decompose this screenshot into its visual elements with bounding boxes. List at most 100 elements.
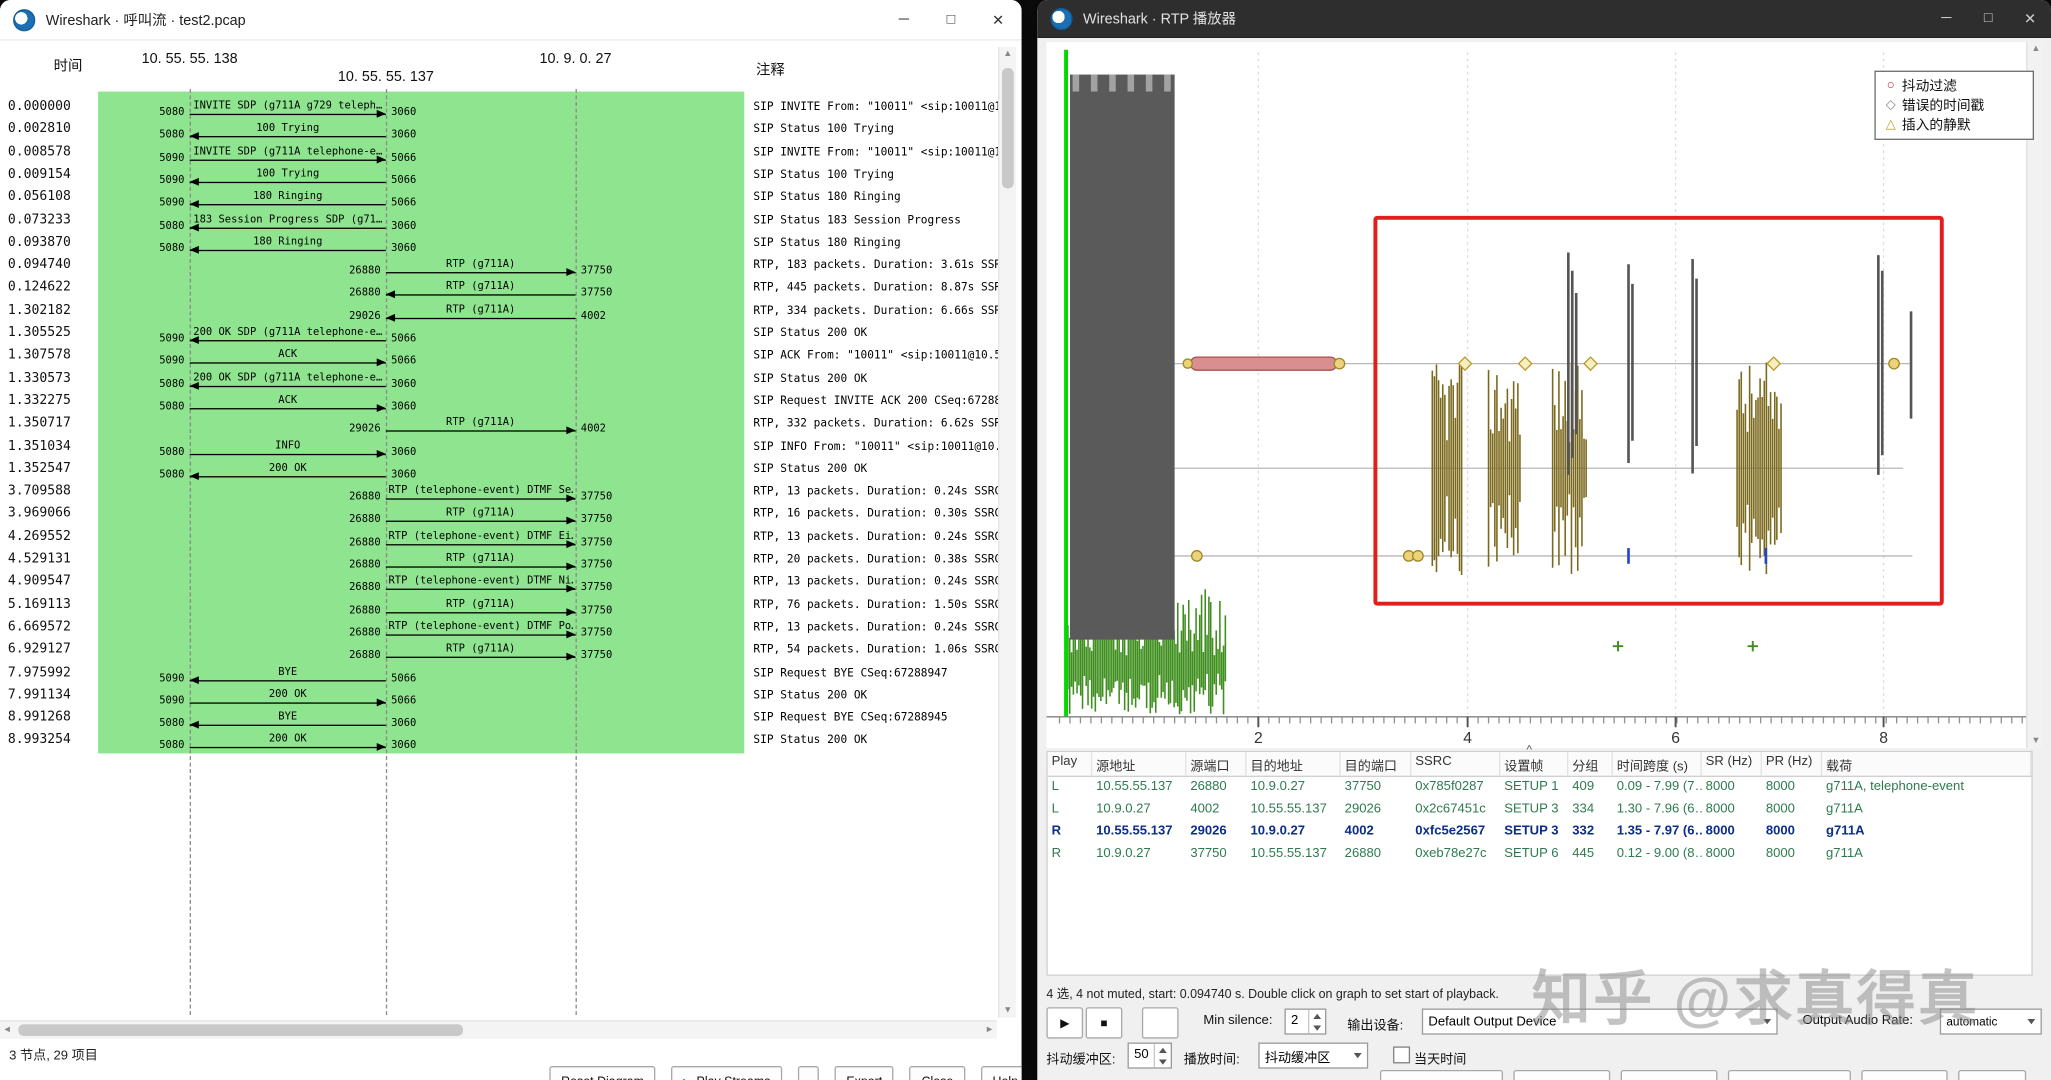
pause-button[interactable]: [1142, 1007, 1179, 1038]
rtp-player-window: Wireshark · RTP 播放器 ─ □ ✕: [1037, 0, 2051, 1080]
bottom-button[interactable]: [1621, 1070, 1718, 1080]
flow-row[interactable]: 0.073233183 Session Progress SDP (g71…50…: [0, 210, 1022, 233]
svg-text:2: 2: [1254, 730, 1263, 747]
bottom-button[interactable]: [1728, 1070, 1851, 1080]
stepper-down-icon[interactable]: [1313, 1025, 1321, 1030]
flow-row[interactable]: 4.269552RTP (telephone-event) DTMF Ei…26…: [0, 527, 1022, 550]
reset-diagram-button[interactable]: Reset Diagram: [549, 1066, 655, 1080]
export-dropdown-button[interactable]: [798, 1066, 819, 1080]
player-status-text: 4 选, 4 not muted, start: 0.094740 s. Dou…: [1046, 984, 1498, 1002]
rtp-stream-row[interactable]: R10.55.55.1372902610.9.0.2740020xfc5e256…: [1048, 821, 2032, 843]
rtp-stream-row[interactable]: R10.9.0.273775010.55.55.137268800xeb78e2…: [1048, 844, 2032, 866]
flow-arrow-line: [386, 295, 576, 296]
rtp-stream-row[interactable]: L10.9.0.27400210.55.55.137290260x2c67451…: [1048, 799, 2032, 821]
flow-dst-port: 37750: [581, 513, 613, 525]
table-column-header[interactable]: 目的端口: [1341, 752, 1412, 776]
min-silence-stepper[interactable]: 2: [1284, 1008, 1326, 1034]
table-column-header[interactable]: 目的地址: [1247, 752, 1341, 776]
flow-comment: RTP, 20 packets. Duration: 0.38s SSRC…: [753, 553, 999, 566]
flow-row[interactable]: 1.351034INFO50803060SIP INFO From: "1001…: [0, 436, 1022, 459]
table-column-header[interactable]: 载荷: [1822, 752, 2031, 776]
scroll-down-icon[interactable]: ▼: [2031, 736, 2040, 745]
stepper-up-icon[interactable]: [1313, 1013, 1321, 1018]
flow-row[interactable]: 4.909547RTP (telephone-event) DTMF Ni…26…: [0, 572, 1022, 595]
flow-row[interactable]: 8.991268BYE50803060SIP Request BYE CSeq:…: [0, 708, 1022, 731]
flow-row[interactable]: 1.352547200 OK50803060SIP Status 200 OK: [0, 459, 1022, 482]
minimize-icon[interactable]: ─: [1925, 0, 1967, 37]
flow-row[interactable]: 0.124622RTP (g711A)2688037750RTP, 445 pa…: [0, 278, 1022, 301]
close-button[interactable]: Close: [910, 1066, 965, 1080]
table-column-header[interactable]: 设置帧: [1500, 752, 1568, 776]
flow-row[interactable]: 1.305525200 OK SDP (g711A telephone-e…50…: [0, 323, 1022, 346]
flow-row[interactable]: 1.307578ACK50905066SIP ACK From: "10011"…: [0, 346, 1022, 369]
bottom-button[interactable]: [1380, 1070, 1503, 1080]
flow-row[interactable]: 3.969066RTP (g711A)2688037750RTP, 16 pac…: [0, 504, 1022, 527]
table-column-header[interactable]: SSRC: [1411, 752, 1500, 776]
flow-row[interactable]: 0.056108180 Ringing50905066SIP Status 18…: [0, 187, 1022, 210]
table-column-header[interactable]: SR (Hz): [1702, 752, 1762, 776]
flow-row[interactable]: 1.302182RTP (g711A)290264002RTP, 334 pac…: [0, 300, 1022, 323]
table-column-header[interactable]: 时间跨度 (s): [1613, 752, 1702, 776]
flow-row[interactable]: 6.929127RTP (g711A)2688037750RTP, 54 pac…: [0, 640, 1022, 663]
scroll-up-icon[interactable]: ▲: [1003, 50, 1012, 59]
flow-row[interactable]: 0.008578INVITE SDP (g711A telephone-e…50…: [0, 142, 1022, 165]
flow-arrowhead-icon: [566, 268, 575, 276]
close-icon[interactable]: ✕: [2009, 0, 2051, 37]
flow-row[interactable]: 7.975992BYE50905066SIP Request BYE CSeq:…: [0, 663, 1022, 686]
rtp-waveform-graph[interactable]: 2468: [1046, 42, 2040, 748]
output-device-select[interactable]: Default Output Device: [1422, 1008, 1778, 1034]
flow-row[interactable]: 0.094740RTP (g711A)2688037750RTP, 183 pa…: [0, 255, 1022, 278]
stepper-down-icon[interactable]: [1159, 1059, 1167, 1064]
flow-diagram[interactable]: 0.000000INVITE SDP (g711A g729 teleph…50…: [0, 0, 1022, 1080]
flow-row[interactable]: 0.002810100 Trying50803060SIP Status 100…: [0, 119, 1022, 142]
stop-button[interactable]: ■: [1086, 1007, 1123, 1038]
table-column-header[interactable]: Play: [1048, 752, 1092, 776]
maximize-icon[interactable]: □: [1967, 0, 2009, 37]
playback-timing-select[interactable]: 抖动缓冲区: [1258, 1043, 1368, 1069]
play-streams-button[interactable]: ▶Play Streams: [671, 1066, 782, 1080]
flow-row[interactable]: 6.669572RTP (telephone-event) DTMF Po…26…: [0, 617, 1022, 640]
play-button[interactable]: ▶: [1046, 1007, 1083, 1038]
flow-row[interactable]: 1.332275ACK50803060SIP Request INVITE AC…: [0, 391, 1022, 414]
rtp-streams-table[interactable]: Play源地址源端口目的地址目的端口SSRC设置帧分组时间跨度 (s)SR (H…: [1046, 751, 2032, 976]
output-rate-select[interactable]: automatic: [1940, 1008, 2042, 1034]
time-of-day-checkbox[interactable]: [1393, 1046, 1410, 1063]
flow-arrowhead-icon: [566, 585, 575, 593]
flow-arrow-line: [190, 680, 386, 681]
flow-row[interactable]: 5.169113RTP (g711A)2688037750RTP, 76 pac…: [0, 595, 1022, 618]
stepper-up-icon[interactable]: [1159, 1047, 1167, 1052]
flow-row[interactable]: 0.093870180 Ringing50803060SIP Status 18…: [0, 233, 1022, 256]
scroll-down-icon[interactable]: ▼: [1003, 1006, 1012, 1015]
bottom-button[interactable]: [1513, 1070, 1610, 1080]
scroll-left-icon[interactable]: ◄: [3, 1026, 12, 1035]
plot-scrollbar[interactable]: ▲ ▼: [2026, 42, 2043, 748]
table-header-row[interactable]: Play源地址源端口目的地址目的端口SSRC设置帧分组时间跨度 (s)SR (H…: [1048, 752, 2032, 777]
bottom-button[interactable]: [1861, 1070, 1947, 1080]
flow-row[interactable]: 4.529131RTP (g711A)2688037750RTP, 20 pac…: [0, 549, 1022, 572]
flow-row[interactable]: 1.350717RTP (g711A)290264002RTP, 332 pac…: [0, 414, 1022, 437]
scrollbar-thumb[interactable]: [18, 1024, 463, 1036]
flow-row[interactable]: 8.993254200 OK50803060SIP Status 200 OK: [0, 730, 1022, 753]
flow-row[interactable]: 3.709588RTP (telephone-event) DTMF Se…26…: [0, 481, 1022, 504]
scroll-up-icon[interactable]: ▲: [2031, 44, 2040, 53]
sort-indicator[interactable]: ^: [1526, 743, 1532, 756]
flow-row[interactable]: 7.991134200 OK50905066SIP Status 200 OK: [0, 685, 1022, 708]
rtp-player-titlebar[interactable]: Wireshark · RTP 播放器 ─ □ ✕: [1037, 0, 2051, 38]
scrollbar-thumb[interactable]: [1002, 68, 1014, 188]
flow-row[interactable]: 0.000000INVITE SDP (g711A g729 teleph…50…: [0, 97, 1022, 120]
table-column-header[interactable]: 源地址: [1092, 752, 1186, 776]
table-column-header[interactable]: PR (Hz): [1762, 752, 1822, 776]
table-column-header[interactable]: 源端口: [1186, 752, 1246, 776]
jitter-buffer-stepper[interactable]: 50: [1128, 1043, 1172, 1069]
horizontal-scrollbar[interactable]: ◄ ►: [0, 1020, 997, 1038]
vertical-scrollbar[interactable]: ▲ ▼: [998, 47, 1016, 1018]
rtp-stream-row[interactable]: L10.55.55.1372688010.9.0.27377500x785f02…: [1048, 777, 2032, 799]
bottom-button[interactable]: [1958, 1070, 2026, 1080]
flow-row[interactable]: 0.009154100 Trying50905066SIP Status 100…: [0, 165, 1022, 188]
flow-dst-port: 5066: [391, 694, 416, 706]
help-button[interactable]: Help: [981, 1066, 1022, 1080]
scroll-right-icon[interactable]: ►: [985, 1026, 994, 1035]
export-button[interactable]: Export: [835, 1066, 894, 1080]
flow-row[interactable]: 1.330573200 OK SDP (g711A telephone-e…50…: [0, 368, 1022, 391]
table-column-header[interactable]: 分组: [1568, 752, 1612, 776]
